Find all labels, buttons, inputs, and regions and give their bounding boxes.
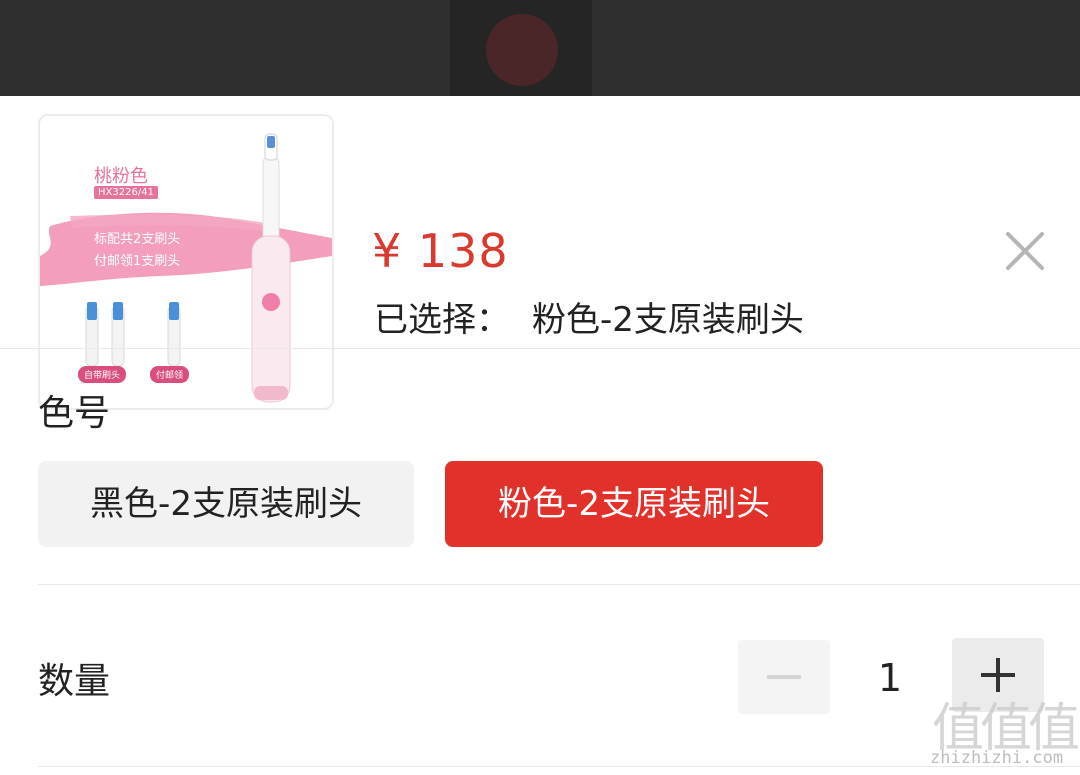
dimmed-backdrop[interactable] [0,0,1080,96]
quantity-section-label: 数量 [38,661,111,702]
close-icon [1006,232,1044,270]
thumbnail-color-name: 桃粉色 [94,166,148,187]
thumbnail-note-1: 标配共2支刷头 [94,232,181,247]
thumbnail-tag-1: 自带刷头 [78,366,127,383]
color-section-label: 色号 [38,393,111,434]
minus-icon [767,675,801,679]
toothbrush-image [40,133,332,403]
watermark-url: zhizhizhi.com [930,748,1064,768]
divider [38,766,1080,767]
selected-label: 已选择： [374,300,510,340]
divider [0,348,1080,349]
thumbnail-note-2: 付邮领1支刷头 [94,254,181,269]
thumbnail-model: HX3226/41 [94,186,158,199]
thumbnail-tag-2: 付邮领 [150,366,190,383]
selected-variant: 已选择： 粉色-2支原装刷头 [374,292,804,341]
close-button[interactable] [1000,226,1050,276]
quantity-value[interactable]: 1 [860,656,920,700]
site-watermark: 值值值 zhizhizhi.com [926,686,1080,772]
screen: 桃粉色 HX3226/41 标配共2支刷头 付邮领1支刷头 自带刷头 付邮领 ¥… [0,0,1080,775]
quantity-decrease-button[interactable] [738,640,830,714]
divider [38,584,1080,585]
product-price: ¥ 138 [372,224,509,278]
option-black-2-heads[interactable]: 黑色-2支原装刷头 [38,461,414,547]
option-pink-2-heads[interactable]: 粉色-2支原装刷头 [445,461,823,547]
backdrop-decoration [486,14,558,86]
selected-value: 粉色-2支原装刷头 [532,300,804,340]
product-thumbnail: 桃粉色 HX3226/41 标配共2支刷头 付邮领1支刷头 自带刷头 付邮领 [38,114,334,410]
